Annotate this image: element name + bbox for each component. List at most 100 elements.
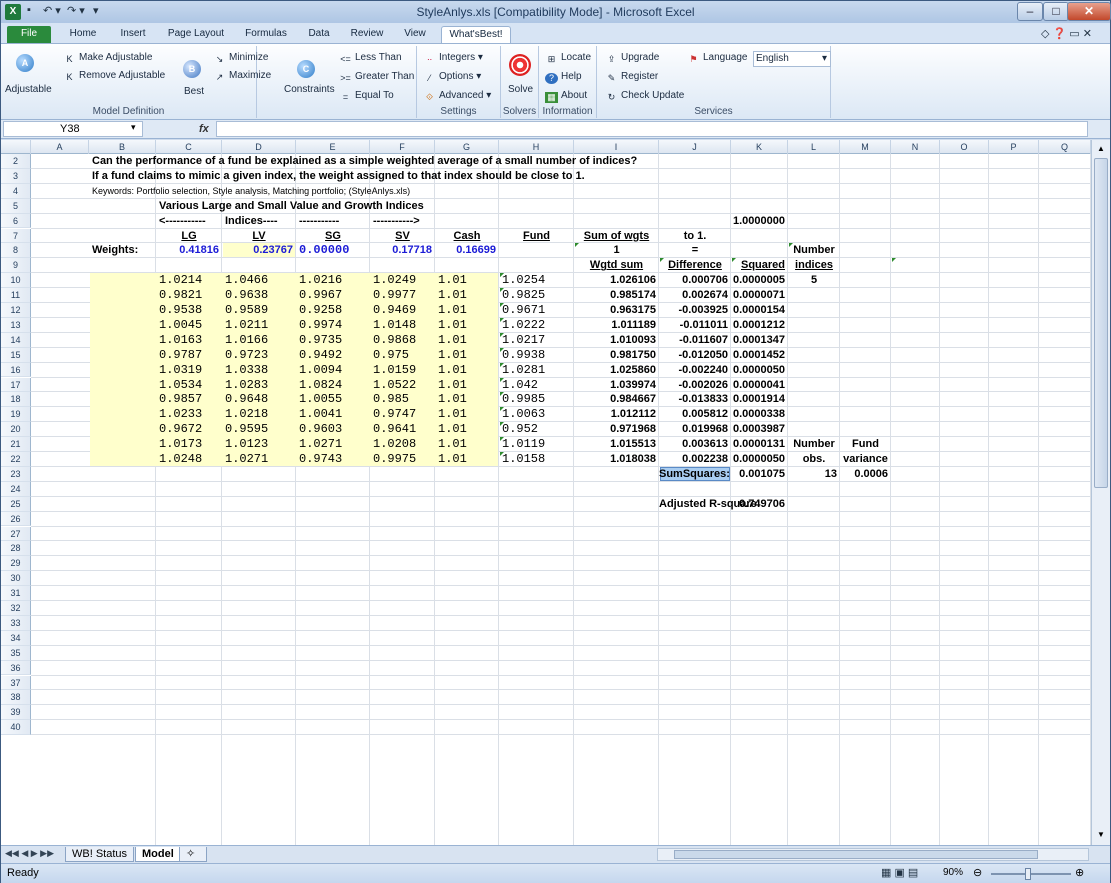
- insert-sheet-icon[interactable]: ✧: [179, 847, 207, 862]
- row-header-9[interactable]: 9: [1, 258, 31, 274]
- greater-than-button[interactable]: >= Greater Than: [339, 71, 414, 84]
- name-box[interactable]: Y38: [3, 121, 143, 137]
- data-cell[interactable]: 0.9977: [373, 288, 416, 303]
- data-cell[interactable]: 1.0319: [159, 363, 202, 378]
- data-cell[interactable]: 1.0159: [373, 363, 416, 378]
- weight-c[interactable]: 0.23767: [222, 243, 293, 258]
- data-cell[interactable]: 1.0217: [502, 333, 545, 348]
- column-header-a[interactable]: A: [31, 140, 89, 154]
- row-header-3[interactable]: 3: [1, 168, 31, 184]
- data-cell[interactable]: 0.9787: [159, 348, 202, 363]
- header-d[interactable]: SG: [296, 229, 370, 244]
- data-cell[interactable]: 1.0338: [225, 363, 268, 378]
- data-cell[interactable]: 0.9967: [299, 288, 342, 303]
- data-cell[interactable]: 0.0000005: [731, 273, 785, 288]
- data-cell[interactable]: 1.01: [438, 333, 467, 348]
- data-cell[interactable]: -0.002026: [659, 378, 728, 393]
- maximize-window-button[interactable]: □: [1043, 2, 1069, 21]
- data-cell[interactable]: 1.012112: [574, 407, 656, 422]
- horizontal-scrollbar[interactable]: [657, 848, 1089, 861]
- adjustable-button[interactable]: Adjustable: [5, 84, 52, 95]
- help-button[interactable]: ? Help: [545, 71, 582, 84]
- cell-l21[interactable]: Fund: [840, 437, 891, 452]
- data-cell[interactable]: 1.0249: [373, 273, 416, 288]
- data-cell[interactable]: 1.025860: [574, 363, 656, 378]
- adj-rsquare-label[interactable]: Adjusted R-square:: [659, 497, 760, 512]
- tab-file[interactable]: File: [7, 26, 51, 43]
- data-cell[interactable]: 0.984667: [574, 392, 656, 407]
- row-header-37[interactable]: 37: [1, 675, 31, 691]
- view-buttons-icon[interactable]: ▦ ▣ ▤: [881, 866, 918, 879]
- best-button[interactable]: Best: [184, 86, 204, 97]
- data-cell[interactable]: 0.9469: [373, 303, 416, 318]
- cell-l23[interactable]: 0.0006: [840, 467, 888, 482]
- data-cell[interactable]: 0.0000041: [731, 378, 785, 393]
- data-cell[interactable]: 1.0041: [299, 407, 342, 422]
- tab-review[interactable]: Review: [345, 26, 389, 43]
- data-cell[interactable]: 0.0000154: [731, 303, 785, 318]
- column-header-k[interactable]: K: [731, 140, 788, 154]
- data-cell[interactable]: 0.0001347: [731, 333, 785, 348]
- data-cell[interactable]: 1.0163: [159, 333, 202, 348]
- advanced-button[interactable]: ⟐ Advanced ▾: [423, 90, 491, 103]
- cell-j6[interactable]: 1.0000000: [731, 214, 785, 229]
- row-header-2[interactable]: 2: [1, 154, 31, 169]
- cell-k23[interactable]: 13: [788, 467, 837, 482]
- minimize-window-button[interactable]: –: [1017, 2, 1043, 21]
- data-cell[interactable]: 0.9735: [299, 333, 342, 348]
- cell-l22[interactable]: variance: [840, 452, 891, 467]
- data-cell[interactable]: 1.0045: [159, 318, 202, 333]
- data-cell[interactable]: 0.002674: [659, 288, 728, 303]
- data-cell[interactable]: 1.0119: [502, 437, 545, 452]
- column-header-j[interactable]: J: [659, 140, 731, 154]
- row-header-23[interactable]: 23: [1, 466, 31, 482]
- header-b[interactable]: LG: [156, 229, 222, 244]
- cell-h8[interactable]: 1: [574, 243, 659, 258]
- data-cell[interactable]: 1.026106: [574, 273, 656, 288]
- data-cell[interactable]: 1.01: [438, 452, 467, 467]
- make-adjustable-button[interactable]: K Make Adjustable: [63, 52, 152, 65]
- data-cell[interactable]: 0.9671: [502, 303, 545, 318]
- row-header-15[interactable]: 15: [1, 347, 31, 363]
- row-header-16[interactable]: 16: [1, 362, 31, 378]
- row-header-13[interactable]: 13: [1, 317, 31, 333]
- weight-e[interactable]: 0.17718: [370, 243, 432, 258]
- data-cell[interactable]: 1.0271: [225, 452, 268, 467]
- column-header-f[interactable]: F: [370, 140, 435, 154]
- sheet-tab-model[interactable]: Model: [135, 847, 181, 862]
- data-cell[interactable]: 0.0000050: [731, 363, 785, 378]
- data-cell[interactable]: 1.0216: [299, 273, 342, 288]
- row-header-6[interactable]: 6: [1, 213, 31, 229]
- row-header-26[interactable]: 26: [1, 511, 31, 527]
- row-header-29[interactable]: 29: [1, 556, 31, 572]
- data-cell[interactable]: 0.985: [373, 392, 409, 407]
- data-cell[interactable]: 1.0055: [299, 392, 342, 407]
- indices-heading[interactable]: Various Large and Small Value and Growth…: [159, 199, 424, 214]
- insert-function-icon[interactable]: fx: [199, 123, 209, 135]
- data-cell[interactable]: 1.0063: [502, 407, 545, 422]
- column-header-g[interactable]: G: [435, 140, 499, 154]
- integers-button[interactable]: ∙∙ Integers ▾: [423, 52, 483, 65]
- data-cell[interactable]: 0.9938: [502, 348, 545, 363]
- header-c[interactable]: LV: [222, 229, 296, 244]
- row-header-32[interactable]: 32: [1, 601, 31, 616]
- cell-d6[interactable]: -----------: [299, 214, 339, 229]
- data-cell[interactable]: 1.0218: [225, 407, 268, 422]
- row-header-25[interactable]: 25: [1, 496, 31, 512]
- data-cell[interactable]: 0.0003987: [731, 422, 785, 437]
- sheet-nav-icon[interactable]: ◀◀ ◀ ▶ ▶▶: [5, 848, 54, 859]
- tab-page-layout[interactable]: Page Layout: [163, 26, 229, 43]
- data-cell[interactable]: 0.9258: [299, 303, 342, 318]
- data-cell[interactable]: 0.9743: [299, 452, 342, 467]
- question-title[interactable]: Can the performance of a fund be explain…: [92, 154, 637, 169]
- cell-k9[interactable]: indices: [788, 258, 840, 273]
- tab-home[interactable]: Home: [63, 26, 103, 43]
- header-sum-of-wgts[interactable]: Sum of wgts: [574, 229, 659, 244]
- row-header-18[interactable]: 18: [1, 392, 31, 408]
- formula-input[interactable]: [216, 121, 1088, 137]
- data-cell[interactable]: 0.002238: [659, 452, 728, 467]
- column-header-l[interactable]: L: [788, 140, 840, 154]
- data-cell[interactable]: 0.9638: [225, 288, 268, 303]
- zoom-slider[interactable]: [991, 868, 1071, 880]
- data-cell[interactable]: 1.018038: [574, 452, 656, 467]
